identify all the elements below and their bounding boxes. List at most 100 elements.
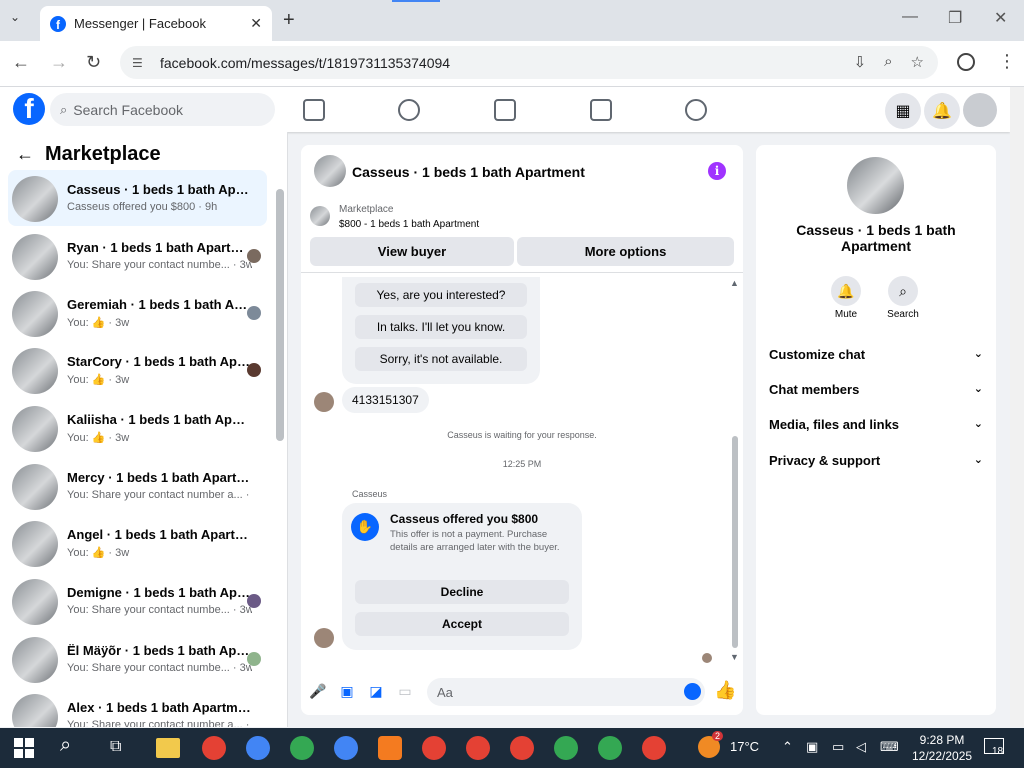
media-files-links-row[interactable]: Media, files and links ⌄ — [769, 417, 983, 432]
gif-icon[interactable]: ▭ — [397, 683, 413, 699]
volume-icon[interactable]: ◁ — [856, 739, 866, 755]
quick-reply-button[interactable]: Sorry, it's not available. — [355, 347, 527, 371]
browser-tab[interactable]: f Messenger | Facebook ✕ — [40, 6, 272, 41]
site-info-icon[interactable]: ☰ — [132, 56, 148, 70]
forward-arrow-icon[interactable]: → — [50, 52, 68, 73]
marketplace-icon[interactable] — [590, 99, 612, 121]
conversation-thumbnail — [12, 176, 58, 222]
chat-members-row[interactable]: Chat members ⌄ — [769, 382, 983, 397]
thumbs-up-icon[interactable]: 👍 — [714, 680, 736, 701]
window-close-icon[interactable]: ✕ — [994, 8, 1007, 28]
conversation-item[interactable]: Alex · 1 beds 1 bath Apartment You: Shar… — [8, 688, 267, 727]
back-arrow-icon[interactable]: ← — [16, 144, 34, 165]
conversation-name: Angel · 1 beds 1 bath Apartment — [67, 527, 252, 542]
browser-menu-icon[interactable]: ⋮ — [998, 51, 1016, 72]
windows-start-icon[interactable] — [14, 738, 34, 758]
minimize-icon[interactable]: — — [902, 8, 918, 26]
chrome-icon[interactable] — [334, 736, 358, 760]
chat-scrollbar[interactable] — [732, 436, 738, 648]
address-bar[interactable]: ☰ facebook.com/messages/t/18197311353740… — [120, 46, 938, 79]
video-icon[interactable] — [494, 99, 516, 121]
search-icon[interactable]: ⌕ — [888, 276, 918, 306]
mute-bell-icon[interactable]: 🔔 — [831, 276, 861, 306]
notifications-bell-icon[interactable]: 🔔 — [924, 93, 960, 129]
temperature[interactable]: 17°C — [730, 739, 759, 754]
groups-icon[interactable] — [685, 99, 707, 121]
zoom-icon[interactable]: ⌕ — [884, 53, 892, 71]
decline-button[interactable]: Decline — [355, 580, 569, 604]
chrome-icon[interactable] — [246, 736, 270, 760]
message-input[interactable]: Aa — [427, 678, 705, 706]
sticker-icon[interactable]: ◪ — [368, 683, 384, 699]
conversation-item[interactable]: Kaliisha · 1 beds 1 bath Apartment You: … — [8, 400, 267, 456]
chrome-icon[interactable] — [290, 736, 314, 760]
friends-icon[interactable] — [398, 99, 420, 121]
privacy-support-row[interactable]: Privacy & support ⌄ — [769, 453, 983, 468]
facebook-favicon-icon: f — [50, 15, 66, 32]
chrome-icon[interactable] — [554, 736, 578, 760]
page-scrollbar[interactable] — [1010, 87, 1024, 727]
home-icon[interactable] — [303, 99, 325, 121]
chrome-icon[interactable] — [642, 736, 666, 760]
reload-icon[interactable]: ↻ — [86, 52, 101, 73]
more-options-button[interactable]: More options — [517, 237, 734, 266]
chrome-icon[interactable] — [202, 736, 226, 760]
system-clock[interactable]: 9:28 PM 12/22/2025 — [912, 732, 972, 764]
emoji-icon[interactable] — [684, 683, 701, 700]
network-icon[interactable]: ▭ — [832, 739, 844, 755]
view-buyer-button[interactable]: View buyer — [310, 237, 514, 266]
info-icon[interactable]: i — [708, 162, 726, 180]
conversation-item[interactable]: Casseus · 1 beds 1 bath Apartme... Casse… — [8, 170, 267, 226]
conversation-preview: You: Share your contact numbe... · 3w — [67, 662, 252, 674]
chrome-icon[interactable] — [422, 736, 446, 760]
maximize-icon[interactable]: ❐ — [948, 8, 962, 28]
conversation-item[interactable]: Angel · 1 beds 1 bath Apartment You: 👍 ·… — [8, 515, 267, 571]
conversation-name: StarCory · 1 beds 1 bath Apart... — [67, 354, 252, 369]
conversation-preview: You: 👍 · 3w — [67, 317, 130, 329]
section-label: Customize chat — [769, 347, 866, 362]
browser-profile-icon[interactable] — [957, 53, 975, 71]
facebook-logo-icon[interactable]: f — [13, 93, 45, 125]
microphone-icon[interactable]: 🎤 — [309, 683, 326, 699]
new-tab-plus-icon[interactable]: + — [283, 9, 295, 32]
conversation-item[interactable]: Ryan · 1 beds 1 bath Apartment You: Shar… — [8, 228, 267, 284]
quick-reply-button[interactable]: Yes, are you interested? — [355, 283, 527, 307]
accept-button[interactable]: Accept — [355, 612, 569, 636]
photo-icon[interactable]: ▣ — [339, 683, 355, 699]
account-avatar[interactable] — [963, 93, 997, 127]
conversation-item[interactable]: Geremiah · 1 beds 1 bath Apa... You: 👍 ·… — [8, 285, 267, 341]
meet-now-icon[interactable]: ▣ — [806, 739, 818, 755]
customize-chat-row[interactable]: Customize chat ⌄ — [769, 347, 983, 362]
keyboard-icon[interactable]: ⌨ — [880, 739, 899, 755]
conversation-name: Kaliisha · 1 beds 1 bath Apartment — [67, 412, 252, 427]
conversation-name-heading: Casseus · 1 beds 1 bath Apartment — [796, 222, 956, 254]
listing-summary: $800 - 1 beds 1 bath Apartment — [339, 219, 480, 230]
chat-title[interactable]: Casseus · 1 beds 1 bath Apartment — [352, 164, 585, 180]
bookmark-star-icon[interactable]: ☆ — [911, 53, 924, 71]
tab-search-chevron-icon[interactable]: ⌄ — [10, 10, 20, 24]
tab-close-icon[interactable]: ✕ — [250, 15, 262, 32]
scroll-down-arrow-icon[interactable]: ▼ — [730, 652, 739, 662]
listing-avatar[interactable] — [847, 157, 904, 214]
install-app-icon[interactable]: ⇩ — [854, 53, 867, 71]
menu-grid-icon[interactable]: ▦ — [885, 93, 921, 129]
chrome-icon[interactable] — [466, 736, 490, 760]
conversation-item[interactable]: Demigne · 1 beds 1 bath Apar... You: Sha… — [8, 573, 267, 629]
file-explorer-icon[interactable] — [156, 738, 180, 758]
quick-reply-button[interactable]: In talks. I'll let you know. — [355, 315, 527, 339]
chrome-icon[interactable] — [510, 736, 534, 760]
task-view-icon[interactable]: ⧉ — [110, 738, 121, 756]
scroll-up-arrow-icon[interactable]: ▲ — [730, 278, 739, 288]
back-arrow-icon[interactable]: ← — [12, 52, 30, 73]
conversation-item[interactable]: StarCory · 1 beds 1 bath Apart... You: 👍… — [8, 342, 267, 398]
conversation-item[interactable]: Ël Mäÿõr · 1 beds 1 bath Apar... You: Sh… — [8, 631, 267, 687]
chrome-icon[interactable] — [598, 736, 622, 760]
conversation-thumbnail — [12, 637, 58, 683]
facebook-search-input[interactable]: ⌕ Search Facebook — [50, 93, 275, 126]
chat-avatar[interactable] — [314, 155, 346, 187]
search-icon[interactable]: ⌕ — [60, 734, 71, 757]
active-app-icon[interactable] — [378, 736, 402, 760]
conversations-scrollbar[interactable] — [276, 189, 284, 441]
show-hidden-icons-icon[interactable]: ⌃ — [782, 739, 793, 755]
conversation-item[interactable]: Mercy · 1 beds 1 bath Apartment You: Sha… — [8, 458, 267, 514]
